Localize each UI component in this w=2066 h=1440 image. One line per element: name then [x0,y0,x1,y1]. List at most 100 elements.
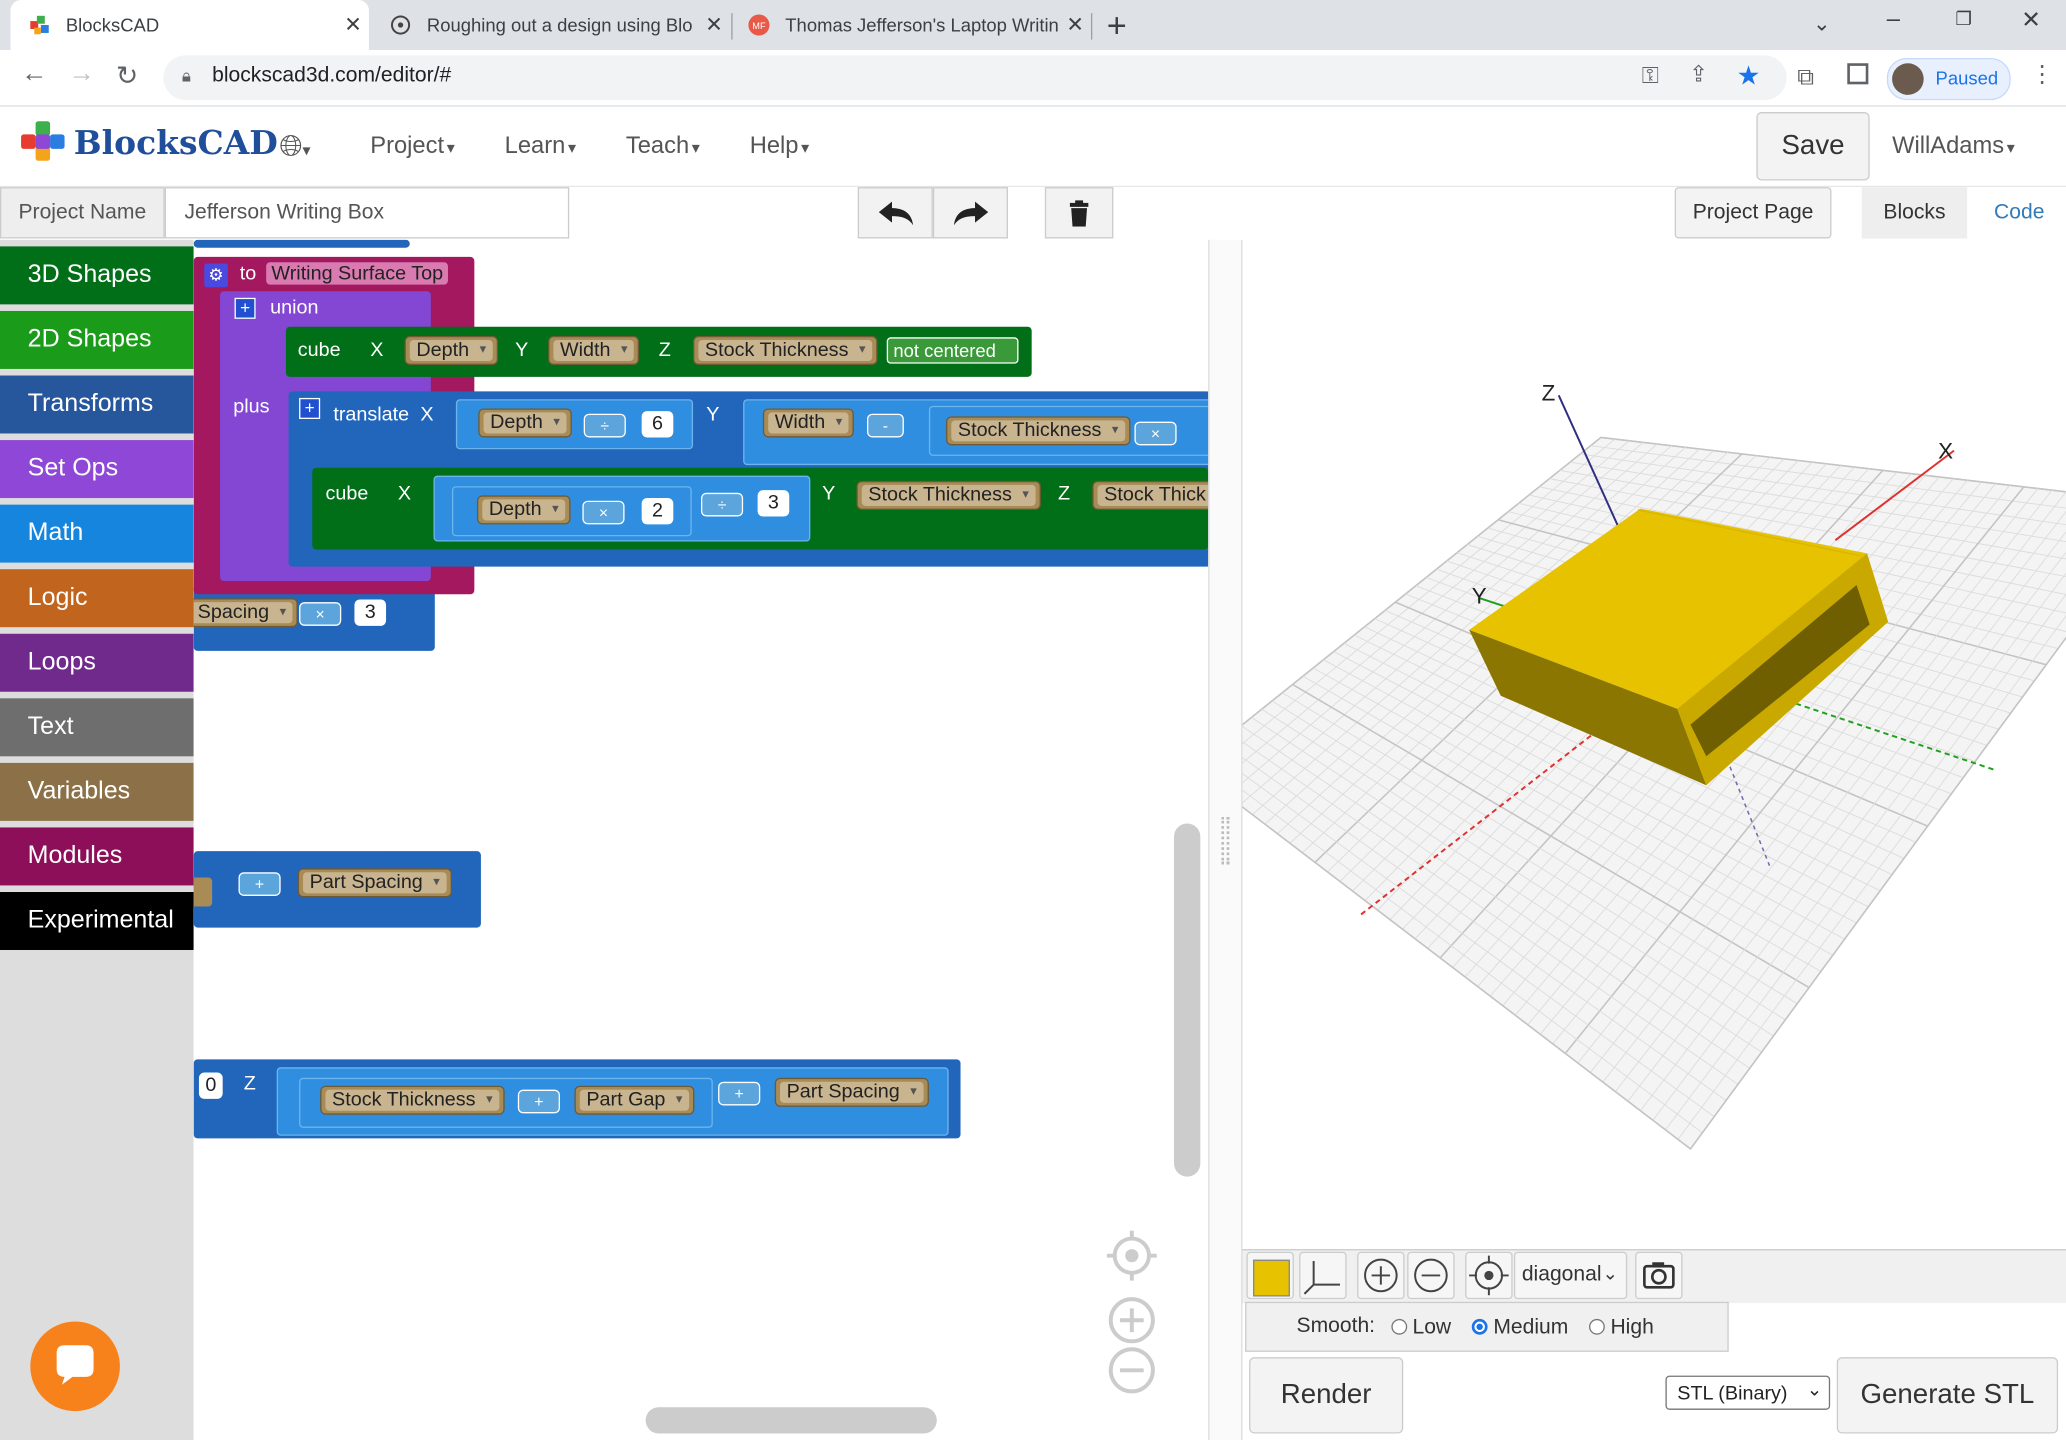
browser-menu-icon[interactable]: ⋮ [2030,61,2054,89]
recenter-icon[interactable] [1106,1230,1157,1281]
viewer-zoom-out-button[interactable] [1407,1251,1455,1300]
save-button[interactable]: Save [1756,111,1870,181]
close-tab-icon[interactable]: ✕ [698,12,730,38]
screenshot-button[interactable] [1635,1251,1683,1300]
viewer-recenter-button[interactable] [1465,1251,1513,1300]
plus-mutator-icon[interactable]: + [299,397,321,419]
viewer-zoom-in-button[interactable] [1357,1251,1405,1300]
op-divide[interactable]: ÷ [583,413,626,438]
op-times[interactable]: × [299,602,342,626]
close-tab-icon[interactable]: ✕ [1059,12,1091,38]
num-0[interactable]: 0 [198,1072,223,1099]
module-name-field[interactable]: Writing Surface Top [266,262,449,285]
address-bar[interactable]: 🔒︎ blockscad3d.com/editor/# ⚿ ⇪ ★ [163,55,1787,101]
pane-resize-handle[interactable] [1221,816,1230,865]
var-spacing[interactable]: Spacing [193,598,299,628]
var-depth[interactable]: Depth [404,335,499,365]
redo-button[interactable] [932,187,1008,239]
restore-window-icon[interactable]: ❐ [1955,8,1972,30]
undo-button[interactable] [857,187,933,239]
var-part-spacing[interactable]: Part Spacing [297,868,452,898]
format-select[interactable]: STL (Binary) ⌄ [1665,1375,1831,1410]
var-stock-thickness[interactable]: Stock Thickness [946,416,1131,446]
project-name-input[interactable]: Jefferson Writing Box [164,187,570,239]
toolbox-category-2d-shapes[interactable]: 2D Shapes [0,310,194,369]
op-times[interactable]: × [1134,421,1177,446]
render-viewport[interactable]: X Y Z [1242,239,2066,1250]
var-stock-thickness[interactable]: Stock Thickness [693,335,878,365]
toolbox-category-set-ops[interactable]: Set Ops [0,440,194,499]
op-times[interactable]: × [582,500,625,525]
smooth-medium-radio[interactable] [1472,1318,1489,1335]
profile-button[interactable]: Paused [1886,57,2011,101]
zoom-out-icon[interactable] [1107,1345,1157,1395]
minimize-window-icon[interactable]: – [1887,5,1900,33]
menu-learn[interactable]: Learn [505,132,576,160]
browser-tab-roughing[interactable]: Roughing out a design using Blo ✕ [374,0,730,50]
zoom-in-icon[interactable] [1107,1295,1157,1345]
workspace-horizontal-scrollbar[interactable] [645,1407,937,1434]
centered-dropdown[interactable]: not centered [886,337,1019,364]
smooth-low-radio[interactable] [1391,1318,1408,1335]
chat-button[interactable] [30,1321,120,1412]
smooth-high-radio[interactable] [1589,1318,1606,1335]
bookmark-star-icon[interactable]: ★ [1737,59,1761,92]
language-globe-icon[interactable]: 🌐︎▾ [279,129,310,163]
close-window-icon[interactable]: ✕ [2021,7,2041,35]
menu-help[interactable]: Help [750,132,809,160]
op-plus[interactable]: + [718,1081,761,1106]
toolbox-category-math[interactable]: Math [0,504,194,563]
toolbox-category-loops[interactable]: Loops [0,633,194,692]
delete-button[interactable] [1044,187,1114,239]
color-picker-button[interactable] [1246,1251,1294,1300]
toolbox-category-variables[interactable]: Variables [0,762,194,821]
new-tab-button[interactable]: + [1107,5,1127,46]
sidepanel-icon[interactable] [1847,63,1869,85]
var-part-spacing[interactable]: Part Spacing [774,1077,929,1107]
var-stock-thickness[interactable]: Stock Thickness [320,1085,505,1115]
toolbox-category-experimental[interactable]: Experimental [0,892,194,950]
plus-mutator-icon[interactable]: + [234,297,256,319]
toolbox-category-text[interactable]: Text [0,698,194,757]
share-icon[interactable]: ⇪ [1689,62,1708,88]
tab-search-icon[interactable]: ⌄ [1813,11,1831,37]
var-width[interactable]: Width [548,335,640,365]
toolbox-category-logic[interactable]: Logic [0,569,194,628]
op-plus[interactable]: + [238,872,281,896]
key-icon[interactable]: ⚿ [1642,63,1659,89]
project-page-button[interactable]: Project Page [1674,187,1832,239]
num-2[interactable]: 2 [641,498,674,525]
var-width[interactable]: Width [762,408,855,438]
num-6[interactable]: 6 [641,411,674,438]
back-icon[interactable]: ← [21,59,47,89]
browser-tab-jefferson[interactable]: MF Thomas Jefferson's Laptop Writin ✕ [735,0,1091,50]
axes-toggle-button[interactable] [1299,1251,1347,1300]
op-plus[interactable]: + [517,1089,560,1114]
num-3[interactable]: 3 [354,599,387,626]
reload-icon[interactable]: ↻ [116,59,138,92]
var-part-gap[interactable]: Part Gap [574,1085,695,1115]
gear-icon[interactable]: ⚙ [204,263,228,288]
toolbox-category-modules[interactable]: Modules [0,827,194,886]
extensions-icon[interactable]: ⧉ [1797,63,1814,91]
blocks-workspace[interactable]: Spacing × 3 ⚙ to Writing Surface Top + u… [193,239,1209,1440]
var-stock-thickness[interactable]: Stock Thickness [856,480,1041,510]
op-minus[interactable]: - [866,413,904,438]
close-tab-icon[interactable]: ✕ [337,12,369,38]
menu-teach[interactable]: Teach [626,132,700,160]
toolbox-category-transforms[interactable]: Transforms [0,375,194,434]
browser-tab-blockscad[interactable]: BlocksCAD ✕ [10,0,369,51]
num-3[interactable]: 3 [757,490,790,517]
var-depth[interactable]: Depth [476,495,571,525]
render-button[interactable]: Render [1249,1357,1404,1434]
op-divide[interactable]: ÷ [700,492,744,517]
var-depth[interactable]: Depth [478,408,572,438]
workspace-vertical-scrollbar[interactable] [1173,823,1201,1177]
forward-icon[interactable]: → [69,59,95,89]
tab-blocks[interactable]: Blocks [1861,187,1968,239]
blockscad-logo[interactable]: BlocksCAD [18,116,278,169]
user-menu[interactable]: WillAdams [1892,132,2015,160]
menu-project[interactable]: Project [370,132,454,160]
toolbox-category-3d-shapes[interactable]: 3D Shapes [0,246,194,305]
tab-code[interactable]: Code [1972,187,2066,238]
